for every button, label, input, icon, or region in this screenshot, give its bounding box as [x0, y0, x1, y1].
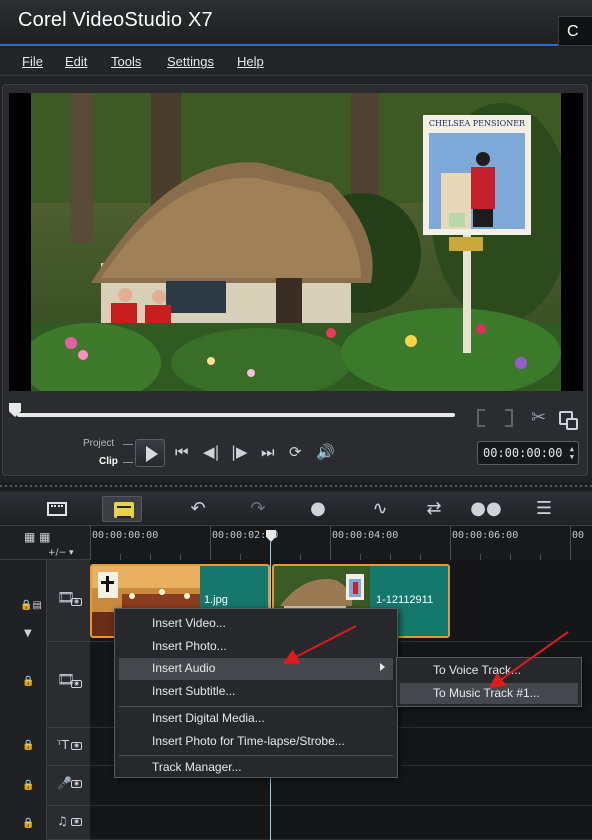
ruler-tick-label: 00:00:04:00	[332, 530, 399, 541]
motion-tracking-icon[interactable]: ●●	[466, 496, 506, 522]
app-window: Corel VideoStudio X7 C File Edit Tools S…	[0, 0, 592, 840]
menu-file[interactable]: File	[22, 54, 43, 69]
home-icon[interactable]: ⏮	[175, 443, 189, 461]
menu-insert-audio-label: Insert Audio	[152, 661, 216, 675]
previous-frame-icon[interactable]: ◀|	[203, 443, 220, 461]
menu-bar: File Edit Tools Settings Help	[0, 48, 592, 76]
menu-insert-subtitle[interactable]: Insert Subtitle...	[119, 681, 393, 703]
split-clip-icon[interactable]: ✂	[531, 407, 546, 428]
project-mode-label[interactable]: Project	[83, 438, 114, 449]
voice-track-icon: 🎤	[57, 776, 72, 790]
workspace-tab[interactable]: C	[558, 16, 592, 46]
enlarge-preview-icon[interactable]	[559, 411, 578, 430]
menu-insert-time-lapse[interactable]: Insert Photo for Time-lapse/Strobe...	[119, 731, 393, 753]
storyboard-view-button[interactable]	[102, 496, 142, 522]
insert-audio-submenu: To Voice Track... To Music Track #1...	[396, 657, 582, 707]
track-visibility-icon[interactable]: ◉	[71, 818, 82, 826]
menu-insert-audio[interactable]: Insert Audio	[119, 658, 393, 680]
music-track-lane[interactable]	[90, 806, 592, 840]
timeline-ruler[interactable]: 00:00:00:00 00:00:02:00 00:00:04:00 00:0…	[90, 526, 592, 560]
clip-mode-label[interactable]: Clip	[99, 456, 118, 467]
timeline-ruler-row: ▦ ▦ +/− ▾ 00:00:00:00 00:00:02:00 00:00:…	[0, 526, 592, 560]
auto-music-icon[interactable]: ⇄	[414, 496, 454, 522]
menu-tools[interactable]: Tools	[111, 54, 141, 69]
undo-button[interactable]: ↶	[178, 496, 218, 522]
record-capture-icon[interactable]: ●	[298, 496, 338, 522]
panel-resize-grip[interactable]	[0, 482, 592, 490]
menu-to-music-track-1[interactable]: To Music Track #1...	[400, 683, 578, 704]
ripple-edit-icon[interactable]: 🔒▤	[20, 600, 42, 611]
menu-insert-video[interactable]: Insert Video...	[119, 613, 393, 635]
zoom-control[interactable]: +/− ▾	[48, 548, 74, 558]
lock-icon[interactable]: 🔒	[22, 780, 34, 791]
menu-insert-photo[interactable]: Insert Photo...	[119, 636, 393, 658]
context-menu: Insert Video... Insert Photo... Insert A…	[114, 608, 398, 778]
track-headers: 🎞 ◉ 🔒▤ ▼ 🎞 ◉ 🔒 ᵀT ◉ 🔒 🎤 ◉ 🔒 ♫ ◉ 🔒	[0, 560, 90, 840]
clip-label: 1.jpg	[204, 594, 228, 606]
overlay-track-header[interactable]: 🎞 ◉	[46, 642, 90, 728]
timecode-spinner[interactable]: ▲ ▼	[570, 445, 574, 461]
mark-in-button[interactable]	[477, 409, 485, 427]
repeat-icon[interactable]: ⟳	[289, 443, 302, 461]
ruler-tick-label: 00:00:00:00	[92, 530, 159, 541]
sign-text: CHELSEA PENSIONER	[429, 119, 526, 128]
track-manager-icon[interactable]: ▦ ▦	[24, 530, 51, 544]
timeline-toolbar: ↶ ↷ ● ∿ ⇄ ●● ☰	[0, 492, 592, 526]
film-strip-icon	[47, 502, 67, 516]
lock-icon[interactable]: 🔒	[22, 818, 34, 829]
play-button[interactable]	[135, 439, 165, 467]
music-track-icon: ♫	[57, 814, 68, 828]
voice-track-header[interactable]: 🎤 ◉	[46, 766, 90, 806]
clip-label: 1-12112911	[376, 594, 434, 606]
timeline-view-button[interactable]	[36, 496, 76, 522]
lock-icon[interactable]: 🔒	[22, 676, 34, 687]
mode-divider	[123, 444, 133, 445]
end-icon[interactable]: ⏭	[261, 443, 275, 461]
title-track-header[interactable]: ᵀT ◉	[46, 728, 90, 766]
menu-help[interactable]: Help	[237, 54, 264, 69]
menu-insert-digital-media[interactable]: Insert Digital Media...	[119, 708, 393, 730]
preview-panel: CHELSEA PENSIONER ✂ Project Clip ⏮ ◀| |▶…	[2, 84, 588, 476]
submenu-arrow-icon	[380, 663, 385, 671]
music-track-header[interactable]: ♫ ◉	[46, 806, 90, 840]
menu-separator	[119, 755, 393, 756]
menu-track-manager[interactable]: Track Manager...	[119, 757, 393, 779]
ruler-tick-label: 00	[572, 530, 585, 541]
track-visibility-icon[interactable]: ◉	[71, 742, 82, 750]
track-visibility-icon[interactable]: ◉	[71, 598, 82, 606]
track-visibility-icon[interactable]: ◉	[71, 680, 82, 688]
track-visibility-icon[interactable]: ◉	[71, 780, 82, 788]
next-frame-icon[interactable]: |▶	[231, 443, 248, 461]
scrubber-bar[interactable]	[17, 413, 455, 417]
menu-settings[interactable]: Settings	[167, 54, 214, 69]
mode-divider	[123, 462, 133, 463]
lock-icon[interactable]: 🔒	[22, 740, 34, 751]
collapse-arrow-icon[interactable]: ▼	[24, 628, 32, 639]
title-track-icon: ᵀT	[57, 738, 69, 752]
sound-mixer-icon[interactable]: ∿	[360, 496, 400, 522]
timecode-field[interactable]: 00:00:00:00 ▲ ▼	[477, 441, 579, 465]
preview-window[interactable]: CHELSEA PENSIONER	[9, 93, 583, 391]
title-bar: Corel VideoStudio X7 C	[0, 0, 592, 46]
preview-frame-image: CHELSEA PENSIONER	[31, 93, 561, 391]
video-track-header[interactable]: 🎞 ◉	[46, 560, 90, 642]
menu-to-voice-track[interactable]: To Voice Track...	[400, 660, 578, 681]
volume-icon[interactable]: 🔊	[316, 443, 335, 461]
mark-out-button[interactable]	[505, 409, 513, 427]
app-title: Corel VideoStudio X7	[18, 9, 213, 31]
storyboard-icon	[114, 502, 134, 518]
menu-separator	[119, 706, 393, 707]
subtitle-editor-icon[interactable]: ☰	[524, 496, 564, 522]
menu-edit[interactable]: Edit	[65, 54, 87, 69]
redo-button[interactable]: ↷	[238, 496, 278, 522]
ruler-tick-label: 00:00:06:00	[452, 530, 519, 541]
timecode-value: 00:00:00:00	[483, 446, 563, 460]
